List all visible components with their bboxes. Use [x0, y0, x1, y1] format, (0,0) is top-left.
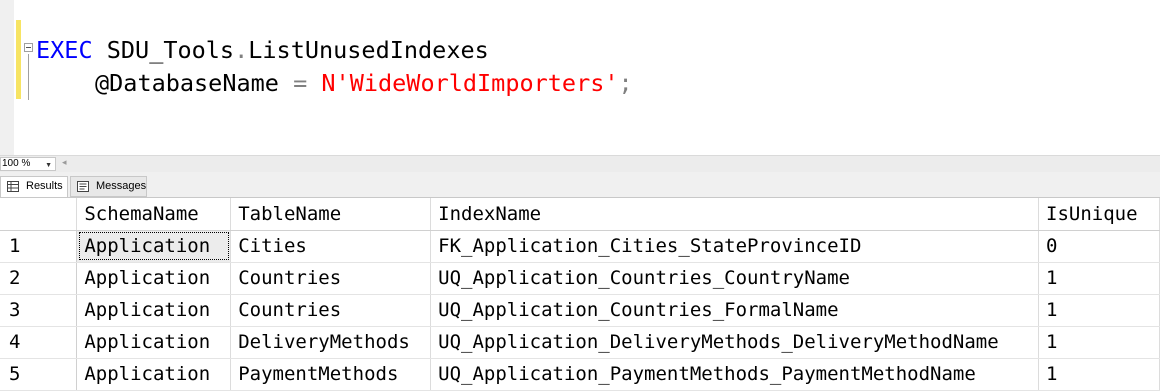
results-table: SchemaName TableName IndexName IsUnique …	[0, 198, 1160, 391]
semicolon: ;	[618, 69, 633, 97]
cell-indexname[interactable]: UQ_Application_Countries_FormalName	[430, 294, 1040, 327]
row-number[interactable]: 5	[0, 358, 78, 391]
tab-results[interactable]: Results	[0, 176, 68, 197]
row-number[interactable]: 1	[0, 230, 78, 263]
cell-schemaname[interactable]: Application	[76, 358, 232, 391]
results-grid[interactable]: SchemaName TableName IndexName IsUnique …	[0, 197, 1160, 391]
result-tabs: Results Messages	[0, 172, 1160, 197]
cell-isunique[interactable]: 1	[1038, 358, 1160, 391]
cell-tablename[interactable]: Cities	[230, 230, 432, 263]
query-editor[interactable]: EXEC SDU_Tools.ListUnusedIndexes @Databa…	[0, 0, 1160, 155]
cell-indexname[interactable]: UQ_Application_Countries_CountryName	[430, 262, 1040, 295]
string-literal: N'WideWorldImporters'	[321, 69, 619, 97]
dot-operator: .	[234, 36, 249, 64]
cell-indexname[interactable]: FK_Application_Cities_StateProvinceID	[430, 230, 1040, 263]
chevron-down-icon[interactable]: ▼	[45, 160, 52, 172]
zoom-bar: 100 % ▼ ◂	[0, 155, 1160, 172]
header-row: SchemaName TableName IndexName IsUnique	[0, 198, 1160, 231]
editor-margin	[0, 0, 14, 155]
messages-icon	[77, 181, 89, 192]
cell-tablename[interactable]: Countries	[230, 262, 432, 295]
cell-isunique[interactable]: 1	[1038, 262, 1160, 295]
cell-indexname[interactable]: UQ_Application_DeliveryMethods_DeliveryM…	[430, 326, 1040, 359]
zoom-value: 100 %	[2, 158, 31, 169]
exec-keyword: EXEC	[36, 36, 93, 64]
column-header-indexname[interactable]: IndexName	[430, 198, 1040, 231]
collapse-icon[interactable]	[24, 43, 33, 52]
equals-operator: =	[293, 69, 308, 97]
table-row[interactable]: 3 Application Countries UQ_Application_C…	[0, 294, 1160, 327]
procedure-name: ListUnusedIndexes	[248, 36, 489, 64]
schema-name: SDU_Tools	[106, 36, 235, 64]
cell-isunique[interactable]: 1	[1038, 326, 1160, 359]
scroll-left-icon[interactable]: ◂	[62, 158, 67, 168]
row-number[interactable]: 4	[0, 326, 78, 359]
cell-isunique[interactable]: 0	[1038, 230, 1160, 263]
table-row[interactable]: 5 Application PaymentMethods UQ_Applicat…	[0, 358, 1160, 391]
change-tracking-bar	[16, 20, 21, 99]
tab-messages-label: Messages	[96, 180, 147, 192]
tab-results-label: Results	[26, 180, 63, 192]
zoom-dropdown[interactable]: 100 % ▼	[0, 157, 56, 171]
tab-messages[interactable]: Messages	[70, 176, 147, 197]
cell-tablename[interactable]: PaymentMethods	[230, 358, 432, 391]
cell-schemaname[interactable]: Application	[76, 326, 232, 359]
cell-schemaname[interactable]: Application	[76, 294, 232, 327]
code-line-2[interactable]: @DatabaseName = N'WideWorldImporters';	[95, 69, 633, 97]
column-header-schemaname[interactable]: SchemaName	[76, 198, 232, 231]
table-row[interactable]: 4 Application DeliveryMethods UQ_Applica…	[0, 326, 1160, 359]
cell-schemaname[interactable]: Application	[76, 230, 232, 263]
outline-guide	[28, 54, 29, 100]
column-header-isunique[interactable]: IsUnique	[1038, 198, 1160, 231]
grid-icon	[7, 181, 19, 192]
row-number[interactable]: 2	[0, 262, 78, 295]
table-row[interactable]: 1 Application Cities FK_Application_Citi…	[0, 230, 1160, 263]
cell-tablename[interactable]: DeliveryMethods	[230, 326, 432, 359]
row-number[interactable]: 3	[0, 294, 78, 327]
code-line-1[interactable]: EXEC SDU_Tools.ListUnusedIndexes	[36, 36, 489, 64]
column-header-tablename[interactable]: TableName	[230, 198, 432, 231]
cell-isunique[interactable]: 1	[1038, 294, 1160, 327]
parameter-name: @DatabaseName	[95, 69, 279, 97]
table-row[interactable]: 2 Application Countries UQ_Application_C…	[0, 262, 1160, 295]
cell-schemaname[interactable]: Application	[76, 262, 232, 295]
cell-indexname[interactable]: UQ_Application_PaymentMethods_PaymentMet…	[430, 358, 1040, 391]
cell-tablename[interactable]: Countries	[230, 294, 432, 327]
row-number-header[interactable]	[0, 198, 78, 231]
